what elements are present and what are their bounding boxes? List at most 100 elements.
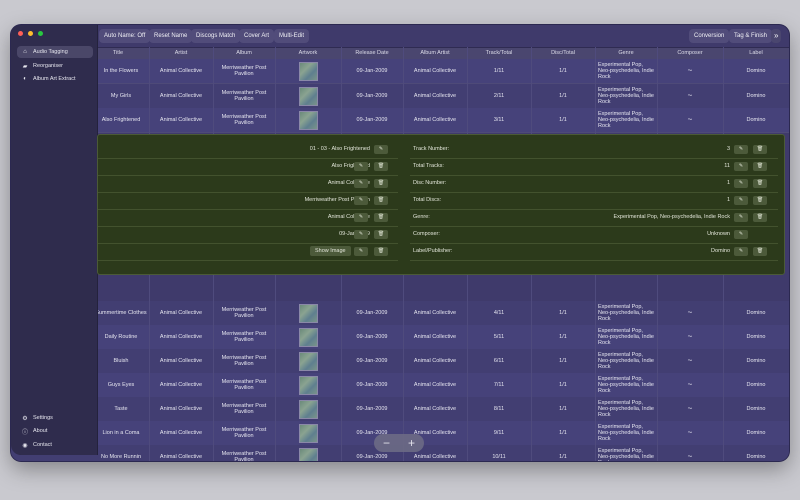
table-row[interactable]: Summertime Clothes Animal Collective Merri… [11,301,789,326]
detail-field-value[interactable]: 09-Jan-2009 [158,226,370,243]
trash-icon[interactable]: 🗑 [753,247,767,256]
detail-field-row: Total Discs: 1 ✎ 🗑 [410,192,778,210]
trash-icon[interactable]: 🗑 [374,213,388,222]
sidebar-item-album-art-extract[interactable]: ◐ Album Art Extract [17,73,93,85]
detail-field-value[interactable]: Animal Collective [158,175,370,192]
cell-composer: ~ [687,332,693,341]
detail-field-value[interactable]: Experimental Pop, Neo-psychedelia, Indie… [490,209,730,226]
detail-field-value[interactable]: 01 - 03 - Also Frightened [158,141,370,158]
close-window-icon[interactable] [18,31,23,36]
col-artwork[interactable]: Artwork [275,48,341,59]
cell-date: 09-Jan-2009 [356,406,388,412]
zoom-out-button[interactable]: − [383,434,390,452]
trash-icon[interactable]: 🗑 [753,179,767,188]
col-label[interactable]: Label [723,48,789,59]
trash-icon[interactable]: 🗑 [374,162,388,171]
track-detail-panel: 01 - 03 - Also Frightened ✎ Also Frightene… [97,134,785,275]
sidebar-item-audio-tagging[interactable]: ⌂ Audio Tagging [17,46,93,58]
detail-field-value[interactable]: Animal Collective [158,209,370,226]
trash-icon[interactable]: 🗑 [374,230,388,239]
discogs-match-button[interactable]: Discogs Match [191,29,241,43]
detail-field-value[interactable]: 3 [490,141,730,158]
edit-icon[interactable]: ✎ [734,145,748,154]
cover-art-button[interactable]: Cover Art [239,29,275,43]
col-release-date[interactable]: Release Date [341,48,403,59]
edit-icon[interactable]: ✎ [734,230,748,239]
trash-icon[interactable]: 🗑 [374,247,388,256]
detail-field-value[interactable]: Unknown [490,226,730,243]
trash-icon[interactable]: 🗑 [753,213,767,222]
col-title[interactable]: Title [93,48,143,59]
double-chevron-right-icon[interactable]: » [771,29,782,43]
trash-icon[interactable]: 🗑 [753,162,767,171]
detail-field-value[interactable]: Merriweather Post Pavilion [158,192,370,209]
sidebar-item-contact[interactable]: ◉ Contact [17,439,93,451]
col-artist[interactable]: Artist [149,48,213,59]
col-track-total[interactable]: Track/Total [467,48,531,59]
edit-icon[interactable]: ✎ [354,196,368,205]
detail-field-value[interactable]: Domino [490,243,730,260]
artwork-thumbnail[interactable] [298,447,318,461]
edit-icon[interactable]: ✎ [354,230,368,239]
trash-icon[interactable]: 🗑 [374,196,388,205]
artwork-thumbnail[interactable] [298,61,318,81]
edit-icon[interactable]: ✎ [734,213,748,222]
artwork-thumbnail[interactable] [298,351,318,371]
detail-field-value[interactable]: 1 [490,192,730,209]
detail-field-value[interactable]: 11 [490,158,730,175]
table-row[interactable]: Also Frightened Animal Collective Merriwea… [11,108,789,133]
table-row[interactable]: Bluish Animal Collective Merriweather Post… [11,349,789,374]
edit-icon[interactable]: ✎ [374,145,388,154]
trash-icon[interactable]: 🗑 [753,145,767,154]
trash-icon[interactable]: 🗑 [374,179,388,188]
col-album-artist[interactable]: Album Artist [403,48,467,59]
artwork-thumbnail[interactable] [298,303,318,323]
minimize-window-icon[interactable] [28,31,33,36]
col-disc-total[interactable]: Disc/Total [531,48,595,59]
edit-icon[interactable]: ✎ [734,196,748,205]
table-row[interactable]: Taste Animal Collective Merriweather Post … [11,397,789,422]
trash-icon[interactable]: 🗑 [753,196,767,205]
edit-icon[interactable]: ✎ [734,179,748,188]
reset-name-button[interactable]: Reset Name [149,29,193,43]
artwork-thumbnail[interactable] [298,327,318,347]
table-row[interactable]: In the Flowers Animal Collective Merriweat… [11,59,789,84]
table-row[interactable]: Daily Routine Animal Collective Merriweath… [11,325,789,350]
detail-field-row: Show Image ✎ 🗑 [98,243,398,261]
multi-edit-button[interactable]: Multi-Edit [274,29,310,43]
sidebar-item-about[interactable]: ⓘ About [17,425,93,437]
cell-artist: Animal Collective [159,382,203,388]
detail-field-row: Composer: Unknown ✎ [410,226,778,244]
tag-finish-button[interactable]: Tag & Finish [729,29,773,43]
artwork-thumbnail[interactable] [298,399,318,419]
detail-field-value[interactable]: Also Frightened [158,158,370,175]
artwork-thumbnail[interactable] [298,423,318,443]
conversion-button[interactable]: Conversion [689,29,730,43]
show-image-button[interactable]: Show Image [310,246,351,256]
artwork-thumbnail[interactable] [298,110,318,130]
edit-icon[interactable]: ✎ [354,213,368,222]
col-composer[interactable]: Composer [657,48,723,59]
edit-icon[interactable]: ✎ [354,247,368,256]
extract-icon: ◐ [23,76,27,82]
cell-track: 6/11 [493,358,505,364]
edit-icon[interactable]: ✎ [354,179,368,188]
sidebar-item-settings[interactable]: ⚙ Settings [17,412,93,424]
sidebar-item-reorganiser[interactable]: ▰ Reorganiser [17,60,93,72]
col-album[interactable]: Album [213,48,275,59]
zoom-in-button[interactable]: + [408,434,415,452]
artwork-thumbnail[interactable] [298,375,318,395]
col-genre[interactable]: Genre [595,48,657,59]
table-row[interactable]: My Girls Animal Collective Merriweather Po… [11,84,789,109]
edit-icon[interactable]: ✎ [734,247,748,256]
cell-album: Merriweather Post Pavilion [221,114,267,126]
zoom-window-icon[interactable] [38,31,43,36]
edit-icon[interactable]: ✎ [354,162,368,171]
auto-name-button[interactable]: Auto Name: Off [99,29,151,43]
cell-album: Merriweather Post Pavilion [221,355,267,367]
table-row[interactable]: Guys Eyes Animal Collective Merriweather P… [11,373,789,398]
edit-icon[interactable]: ✎ [734,162,748,171]
artwork-thumbnail[interactable] [298,86,318,106]
detail-field-value[interactable]: 1 [490,175,730,192]
cell-title: My Girls [110,93,132,99]
